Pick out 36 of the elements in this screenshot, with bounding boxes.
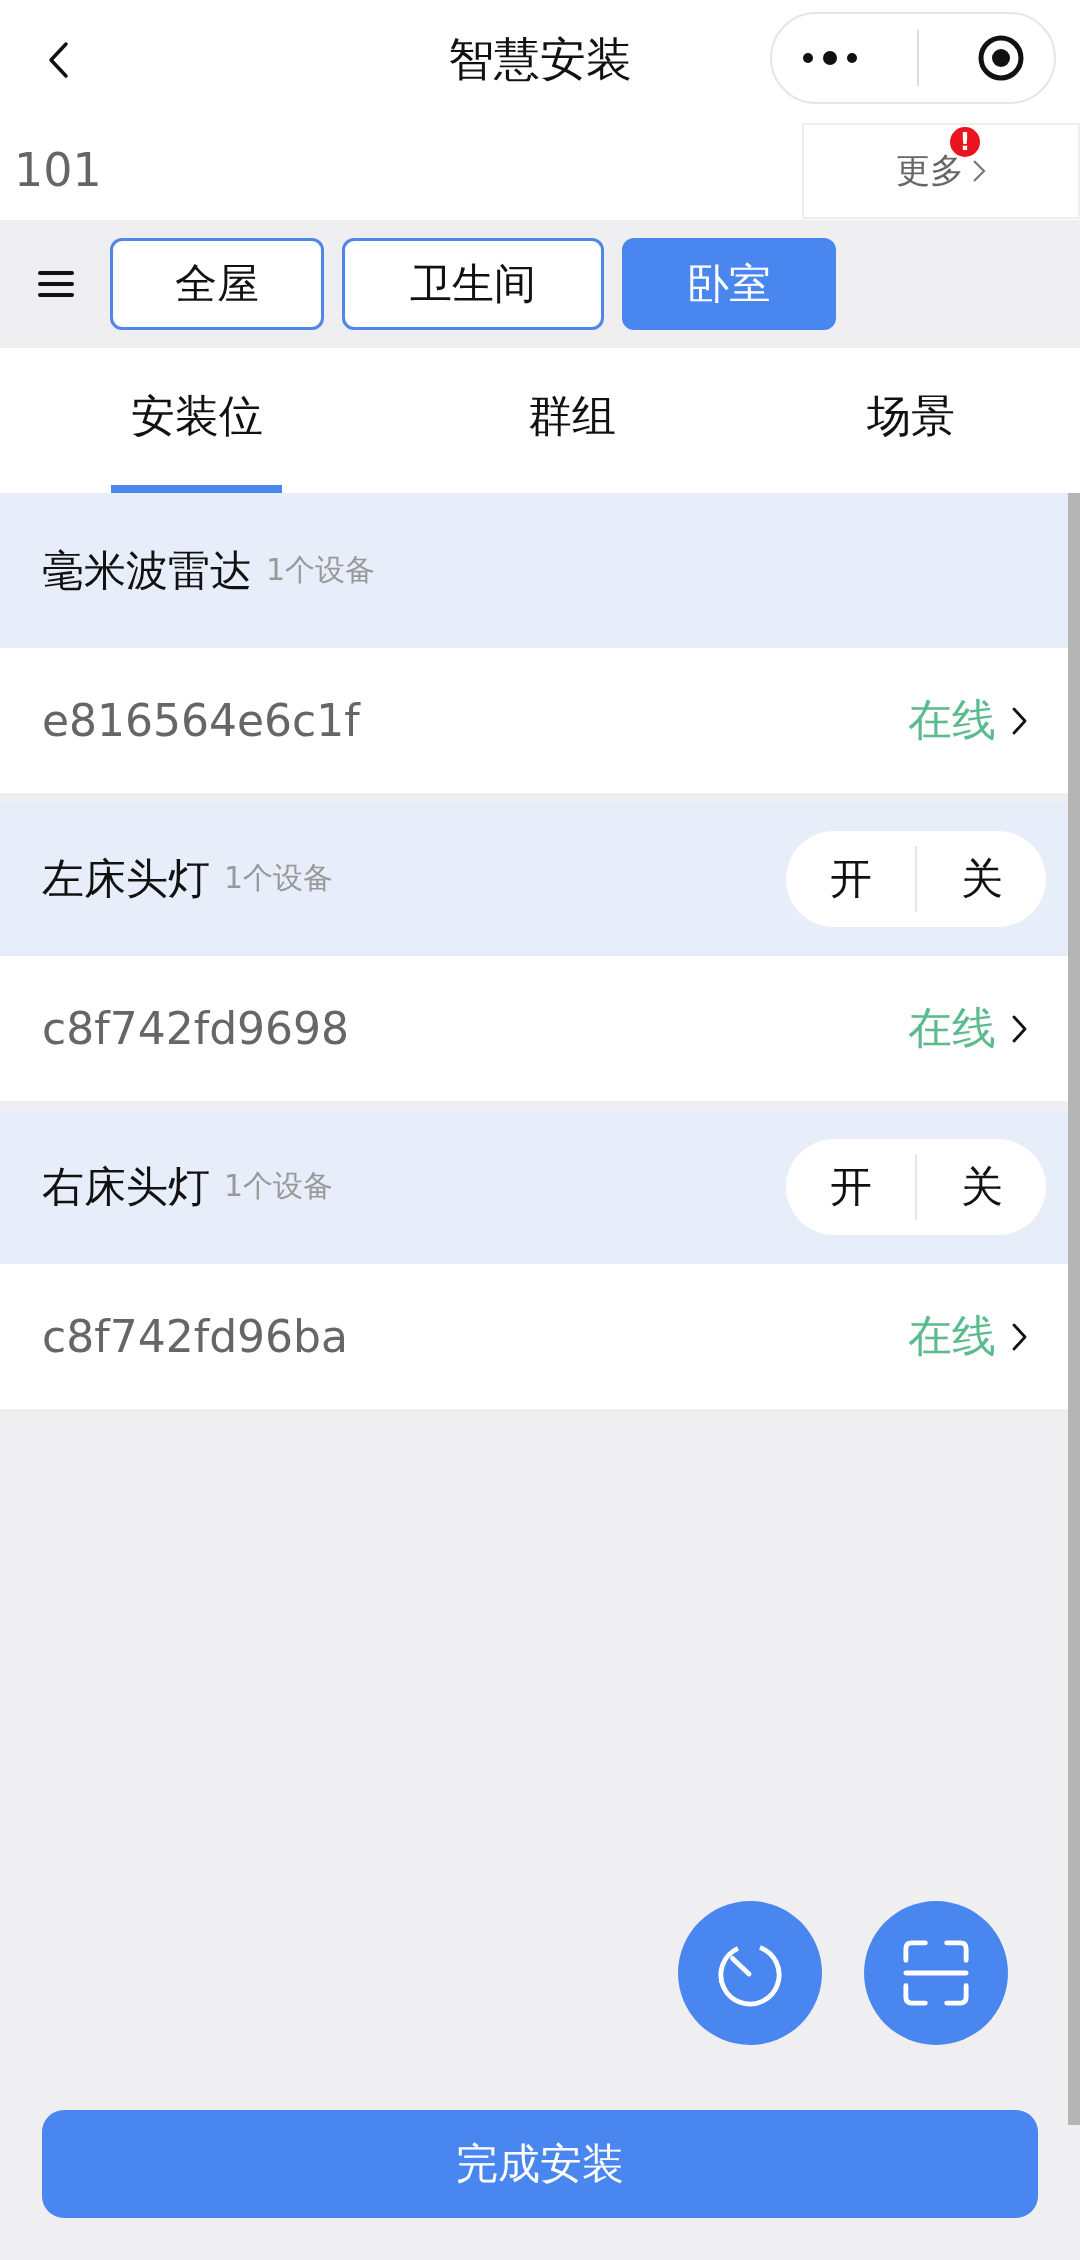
notification-badge: ! (950, 127, 980, 157)
switch-button[interactable]: 关 (917, 830, 1046, 927)
window-title: 智慧安装 (448, 31, 632, 88)
menu-icon[interactable] (38, 269, 74, 299)
device-id: c8f742fd96ba (42, 1311, 348, 1362)
device-status: 在线 (908, 1001, 996, 1055)
chevron-icon (1012, 1322, 1028, 1351)
room-name: 101 (14, 143, 102, 197)
room-tab[interactable]: 全屋 (110, 238, 324, 330)
room-tab[interactable]: 卧室 (622, 238, 836, 330)
device-status: 在线 (908, 1309, 996, 1363)
tab[interactable]: 场景 (779, 348, 1042, 493)
room-tab[interactable]: 卫生间 (342, 238, 604, 330)
scan-icon (902, 1939, 970, 2007)
switch-button[interactable]: 开 (786, 830, 915, 927)
device-row[interactable]: e816564e6c1f 在线 (0, 648, 1068, 793)
tab[interactable]: 群组 (440, 348, 703, 493)
device-id: e816564e6c1f (42, 695, 360, 746)
device-count: 1个设备 (224, 859, 334, 897)
device-count: 1个设备 (266, 551, 376, 589)
chevron-icon (1012, 706, 1028, 735)
device-row[interactable]: c8f742fd9698 在线 (0, 956, 1068, 1101)
device-status: 在线 (908, 693, 996, 747)
switch-button[interactable]: 开 (786, 1138, 915, 1235)
group-name: 右床头灯 (42, 1160, 210, 1213)
chevron-icon (1012, 1014, 1028, 1043)
device-id: c8f742fd9698 (42, 1003, 350, 1054)
finish-button[interactable]: 完成安装 (42, 2110, 1038, 2218)
device-row[interactable]: c8f742fd96ba 在线 (0, 1264, 1068, 1409)
more-button[interactable]: 更多 ! (802, 123, 1080, 219)
switch-button[interactable]: 关 (917, 1138, 1046, 1235)
chevron-icon (972, 159, 986, 183)
back-icon[interactable] (46, 40, 70, 80)
group-name: 毫米波雷达 (42, 544, 252, 597)
device-count: 1个设备 (224, 1167, 334, 1205)
group-name: 左床头灯 (42, 852, 210, 905)
